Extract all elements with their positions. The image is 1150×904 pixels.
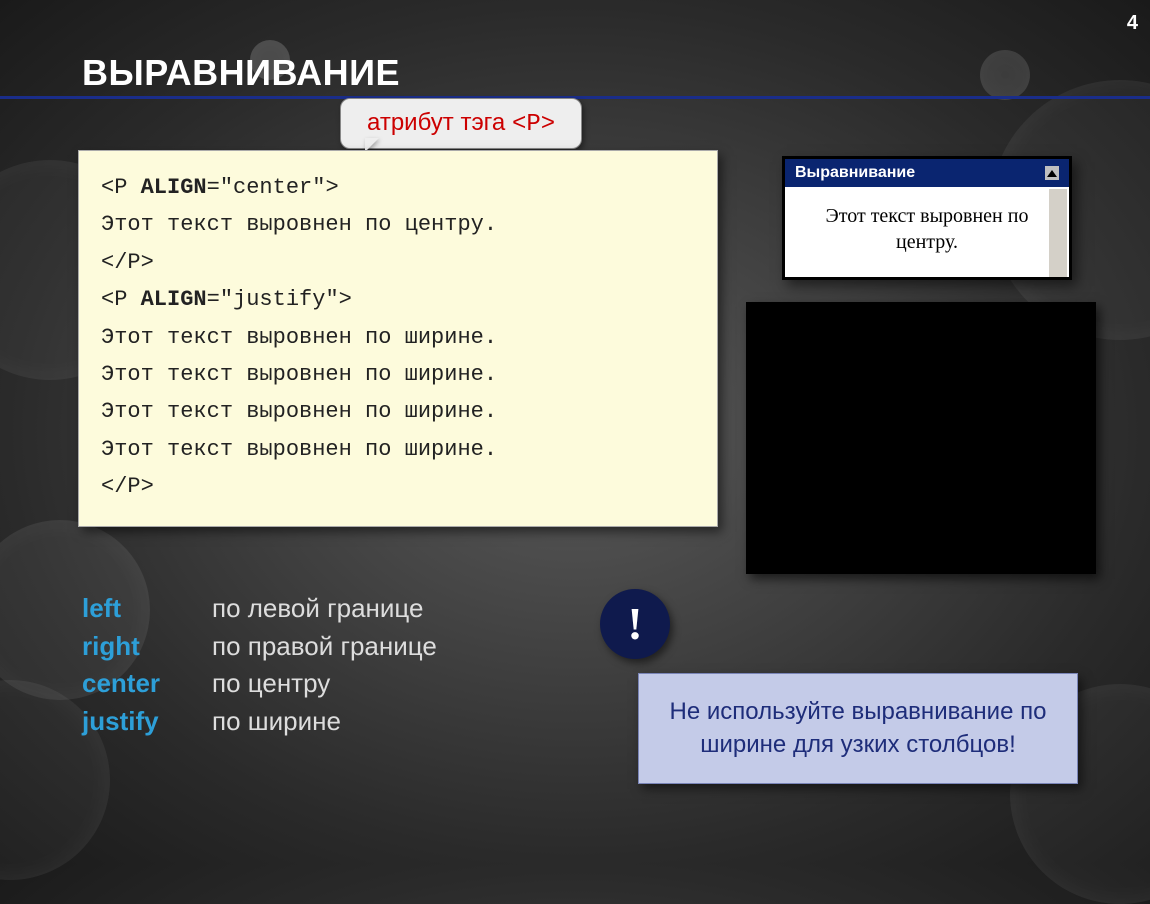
align-key: left (82, 590, 212, 628)
browser-preview: Выравнивание Этот текст выровнен по цент… (782, 156, 1072, 280)
align-desc: по левой границе (212, 590, 423, 628)
code-text: Этот текст выровнен по ширине. (101, 319, 695, 356)
browser-title-text: Выравнивание (795, 164, 915, 182)
code-text: ="center"> (207, 175, 339, 200)
align-list: leftпо левой границе rightпо правой гран… (82, 590, 437, 741)
align-desc: по центру (212, 665, 330, 703)
page-number: 4 (1127, 12, 1138, 35)
black-placeholder (746, 302, 1096, 574)
code-text: <P (101, 175, 141, 200)
browser-titlebar: Выравнивание (785, 159, 1069, 187)
code-text: </P> (101, 244, 695, 281)
exclamation-icon: ! (627, 601, 642, 647)
code-text: <P (101, 287, 141, 312)
scroll-up-icon (1045, 166, 1059, 180)
slide-title: ВЫРАВНИВАНИЕ (82, 52, 400, 94)
code-text: ALIGN (141, 287, 207, 312)
list-item: centerпо центру (82, 665, 437, 703)
callout-label: атрибут тэга (367, 109, 512, 136)
code-block: <P ALIGN="center"> Этот текст выровнен п… (78, 150, 718, 527)
code-text: ="justify"> (207, 287, 352, 312)
list-item: justifyпо ширине (82, 703, 437, 741)
warning-badge: ! (600, 589, 670, 659)
callout-tag: <P> (512, 111, 555, 138)
browser-body: Этот текст выровнен по центру. (785, 187, 1069, 277)
align-desc: по правой границе (212, 628, 437, 666)
code-text: Этот текст выровнен по ширине. (101, 393, 695, 430)
code-text: </P> (101, 468, 695, 505)
code-text: Этот текст выровнен по центру. (101, 206, 695, 243)
code-text: ALIGN (141, 175, 207, 200)
browser-scrollbar (1049, 189, 1067, 277)
code-text: Этот текст выровнен по ширине. (101, 356, 695, 393)
list-item: rightпо правой границе (82, 628, 437, 666)
list-item: leftпо левой границе (82, 590, 437, 628)
align-key: justify (82, 703, 212, 741)
align-key: right (82, 628, 212, 666)
code-text: Этот текст выровнен по ширине. (101, 431, 695, 468)
align-key: center (82, 665, 212, 703)
warning-box: Не используйте выравнивание по ширине дл… (638, 673, 1078, 784)
align-desc: по ширине (212, 703, 341, 741)
